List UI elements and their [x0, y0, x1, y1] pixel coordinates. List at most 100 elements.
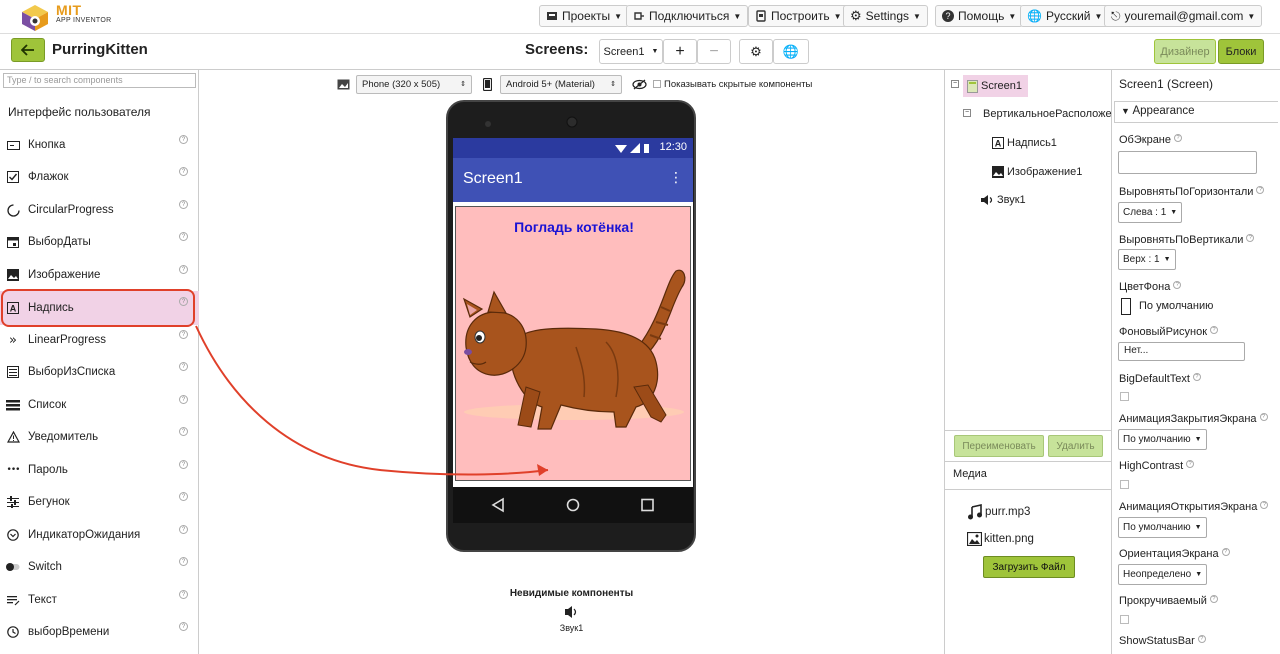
- remove-screen-button[interactable]: −: [697, 39, 731, 64]
- palette-item-password[interactable]: ••• Пароль?: [0, 454, 199, 486]
- label1-component[interactable]: Погладь котёнка!: [456, 219, 692, 235]
- build-menu[interactable]: Построить ▼: [748, 5, 849, 27]
- scrollable-checkbox[interactable]: [1120, 615, 1129, 624]
- palette-item-switch[interactable]: Switch?: [0, 551, 199, 583]
- component-search-input[interactable]: Type / to search components: [3, 73, 196, 88]
- account-menu[interactable]: ⎋ youremail@gmail.com ▼: [1104, 5, 1263, 27]
- help-icon[interactable]: ?: [179, 492, 188, 501]
- help-icon[interactable]: ?: [179, 525, 188, 534]
- help-menu[interactable]: ? Помощь ▼: [935, 5, 1024, 27]
- upload-file-button[interactable]: Загрузить Файл: [983, 556, 1075, 578]
- collapse-icon[interactable]: −: [951, 80, 959, 88]
- help-icon[interactable]: ?: [1192, 373, 1201, 381]
- open-animation-select[interactable]: По умолчанию ▼: [1118, 517, 1207, 538]
- palette-item-image[interactable]: Изображение?: [0, 259, 199, 291]
- screen-canvas[interactable]: Погладь котёнка!: [453, 202, 693, 487]
- help-icon[interactable]: ?: [1246, 234, 1255, 242]
- tree-item-verticalarrangement[interactable]: ВертикальноеРасположение1: [980, 105, 1112, 123]
- media-item-purr[interactable]: purr.mp3: [967, 504, 1030, 520]
- sound-icon: [565, 606, 577, 618]
- high-contrast-checkbox[interactable]: [1120, 480, 1129, 489]
- rename-button[interactable]: Переименовать: [954, 435, 1044, 457]
- help-icon[interactable]: ?: [1209, 595, 1218, 603]
- palette-item-datepicker[interactable]: ВыборДаты?: [0, 226, 199, 258]
- help-icon[interactable]: ?: [179, 395, 188, 404]
- blocks-button[interactable]: Блоки: [1218, 39, 1264, 64]
- collapse-icon[interactable]: −: [963, 109, 971, 117]
- about-screen-input[interactable]: [1118, 151, 1257, 174]
- hidden-components-label: Показывать скрытые компоненты: [664, 78, 813, 90]
- device-size-select[interactable]: Phone (320 x 505) ⇕: [356, 74, 472, 94]
- help-icon[interactable]: ?: [179, 590, 188, 599]
- palette-item-textbox[interactable]: Текст?: [0, 584, 199, 616]
- help-icon[interactable]: ?: [179, 362, 188, 371]
- tree-item-sound1[interactable]: Звук1: [980, 191, 1026, 209]
- palette-item-button[interactable]: Кнопка?: [0, 129, 199, 161]
- align-horizontal-select[interactable]: Слева : 1 ▼: [1118, 202, 1183, 223]
- help-icon[interactable]: ?: [179, 460, 188, 469]
- help-icon[interactable]: ?: [1260, 501, 1269, 509]
- palette-item-slider[interactable]: Бегунок?: [0, 486, 199, 518]
- project-globe-button[interactable]: 🌐: [773, 39, 809, 64]
- bigtext-checkbox[interactable]: [1120, 392, 1129, 401]
- palette-item-circularprogress[interactable]: CircularProgress?: [0, 194, 199, 226]
- palette-item-notifier[interactable]: Уведомитель?: [0, 421, 199, 453]
- hidden-components-checkbox[interactable]: [653, 80, 661, 88]
- help-icon[interactable]: ?: [179, 330, 188, 339]
- bgcolor-value[interactable]: По умолчанию: [1139, 300, 1213, 312]
- help-icon[interactable]: ?: [1173, 281, 1182, 289]
- palette-item-timepicker[interactable]: выборВремени?: [0, 616, 199, 648]
- media-item-label: kitten.png: [984, 533, 1034, 545]
- help-icon[interactable]: ?: [179, 167, 188, 176]
- help-icon[interactable]: ?: [179, 232, 188, 241]
- help-icon[interactable]: ?: [179, 135, 188, 144]
- designer-button[interactable]: Дизайнер: [1154, 39, 1216, 64]
- components-tree: − Screen1 − ВертикальноеРасположение1 A …: [944, 70, 1113, 654]
- help-icon[interactable]: ?: [179, 557, 188, 566]
- screen-icon: [967, 79, 978, 93]
- color-swatch[interactable]: [1121, 298, 1131, 315]
- help-icon[interactable]: ?: [1256, 186, 1265, 194]
- tree-item-image1[interactable]: Изображение1: [992, 163, 1082, 181]
- help-icon[interactable]: ?: [1197, 635, 1206, 643]
- orientation-select[interactable]: Неопределено ▼: [1118, 564, 1208, 585]
- help-icon[interactable]: ?: [179, 200, 188, 209]
- select-value: Слева : 1: [1123, 207, 1167, 218]
- delete-button[interactable]: Удалить: [1048, 435, 1103, 457]
- align-vertical-select[interactable]: Верх : 1 ▼: [1118, 249, 1176, 270]
- help-icon[interactable]: ?: [179, 427, 188, 436]
- bgimage-picker[interactable]: Нет...: [1118, 342, 1245, 361]
- vertical-arrangement[interactable]: Погладь котёнка!: [455, 206, 691, 481]
- invisible-sound-label[interactable]: Звук1: [199, 623, 944, 633]
- tree-item-label1[interactable]: A Надпись1: [992, 134, 1057, 152]
- app-inventor-logo[interactable]: MIT APP INVENTOR: [18, 2, 118, 32]
- kitten-image[interactable]: [456, 237, 692, 482]
- palette-item-listpicker[interactable]: ВыборИзСписка?: [0, 356, 199, 388]
- palette-item-checkbox[interactable]: Флажок?: [0, 161, 199, 193]
- tree-item-screen1[interactable]: Screen1: [963, 75, 1028, 97]
- help-icon[interactable]: ?: [1186, 460, 1195, 468]
- help-icon[interactable]: ?: [179, 622, 188, 631]
- help-icon[interactable]: ?: [1221, 548, 1230, 556]
- help-icon[interactable]: ?: [1210, 326, 1219, 334]
- palette-section-title[interactable]: Интерфейс пользователя: [8, 105, 151, 119]
- projects-menu[interactable]: Проекты ▼: [539, 5, 630, 27]
- media-item-kitten[interactable]: kitten.png: [967, 532, 1034, 546]
- close-animation-select[interactable]: По умолчанию ▼: [1118, 429, 1207, 450]
- back-button[interactable]: [11, 38, 45, 62]
- help-icon[interactable]: ?: [1259, 413, 1268, 421]
- overflow-menu-icon[interactable]: ⋮: [669, 171, 683, 185]
- project-properties-button[interactable]: ⚙: [739, 39, 773, 64]
- help-icon[interactable]: ?: [1174, 134, 1183, 142]
- palette-item-listview[interactable]: Список?: [0, 389, 199, 421]
- screen-select[interactable]: Screen1 ▼: [599, 39, 663, 64]
- add-screen-button[interactable]: +: [663, 39, 697, 64]
- palette-item-linearprogress[interactable]: » LinearProgress?: [0, 324, 199, 356]
- appearance-section[interactable]: ▼ Appearance: [1114, 101, 1278, 123]
- palette-item-spinner[interactable]: ИндикаторОжидания?: [0, 519, 199, 551]
- settings-menu[interactable]: ⚙ Settings ▼: [843, 5, 928, 27]
- theme-select[interactable]: Android 5+ (Material) ⇕: [500, 74, 622, 94]
- language-menu[interactable]: 🌐 Русский ▼: [1020, 5, 1110, 27]
- connect-menu[interactable]: Подключиться ▼: [626, 5, 749, 27]
- help-icon[interactable]: ?: [179, 265, 188, 274]
